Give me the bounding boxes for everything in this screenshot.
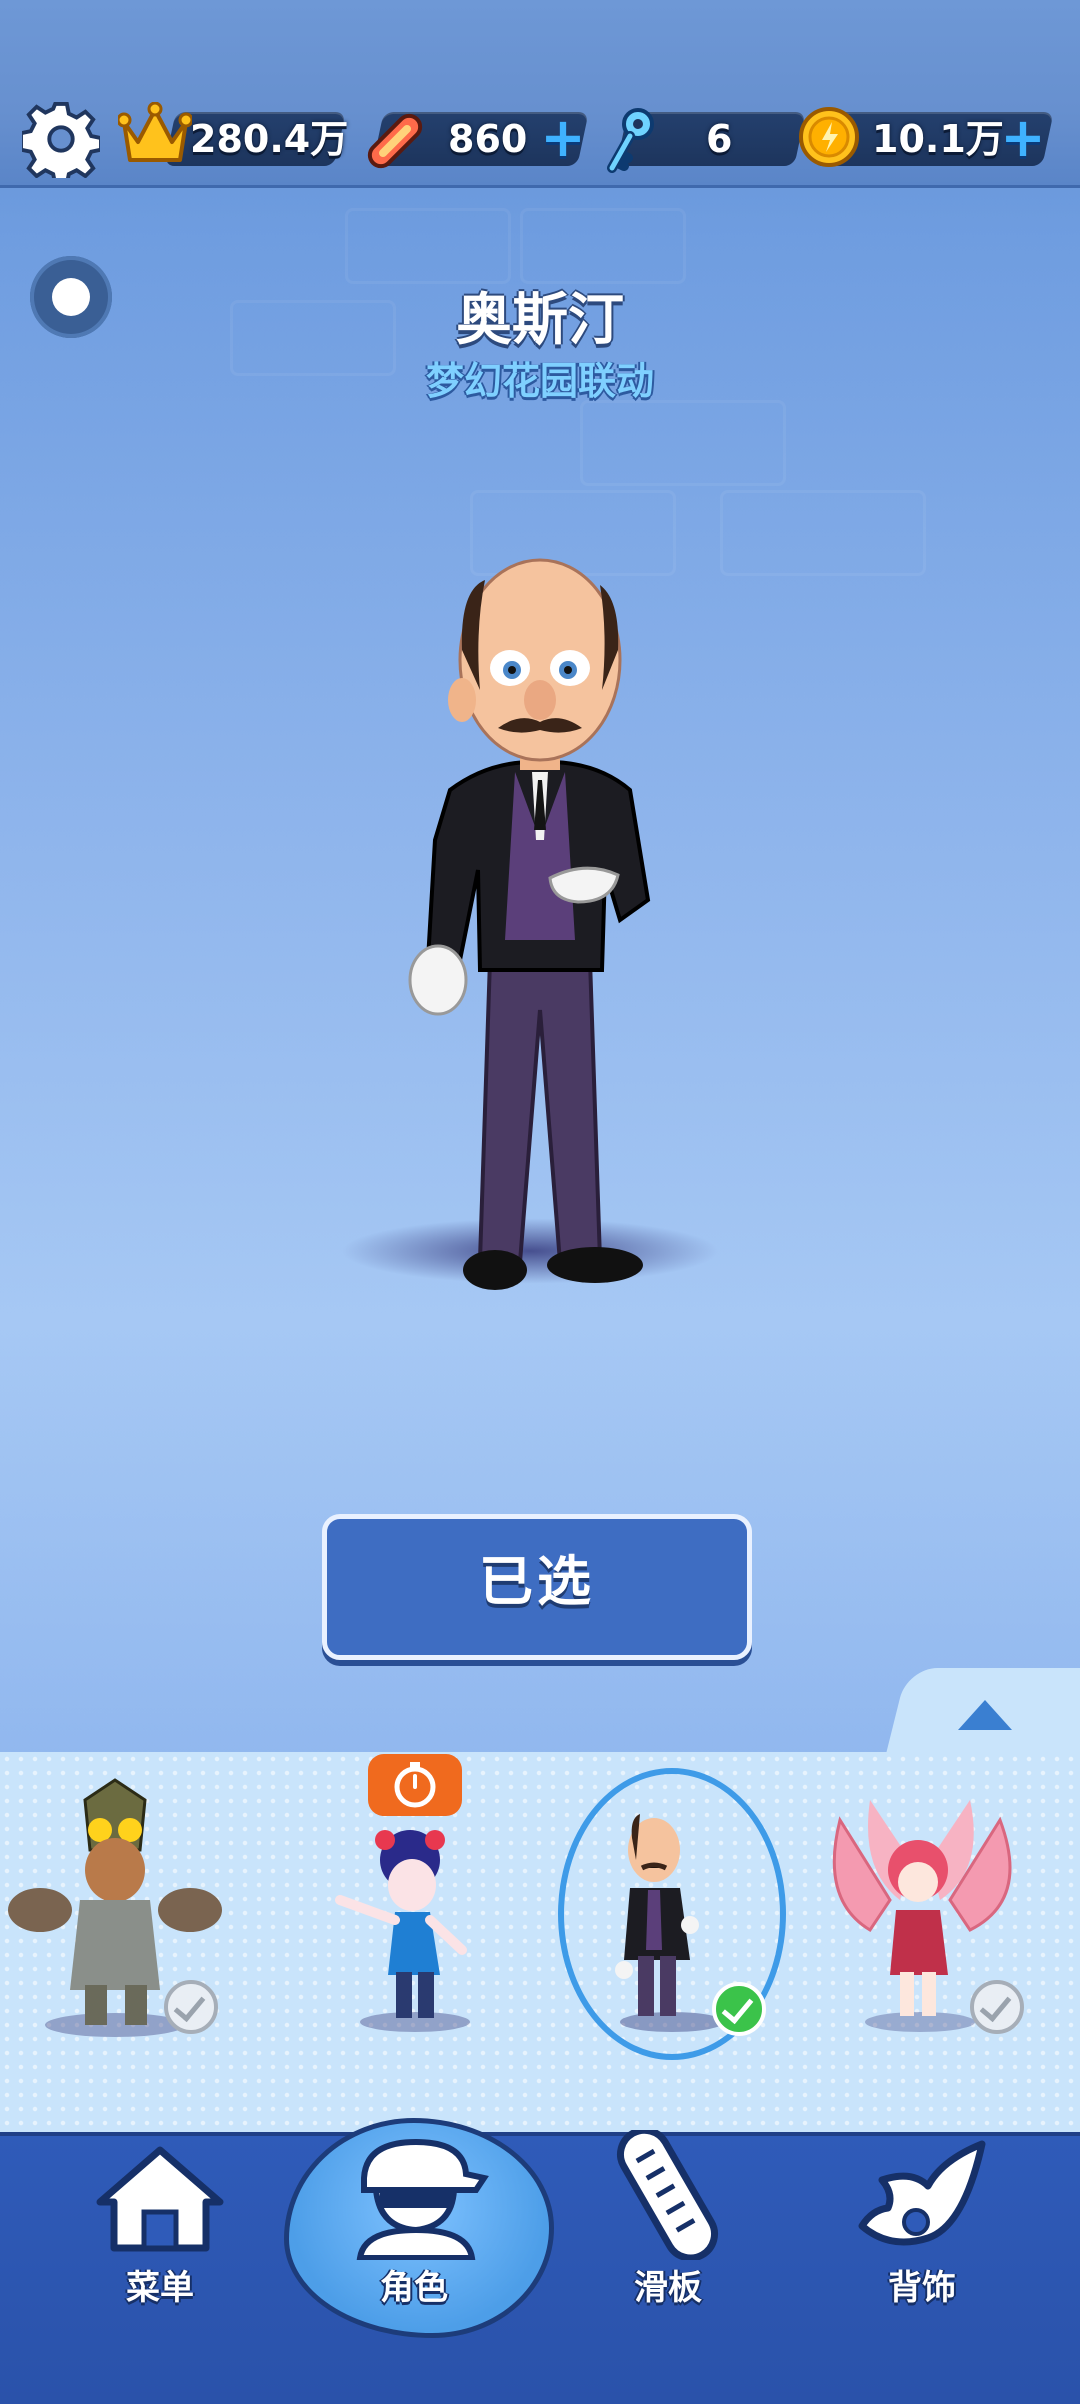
roster-character-4[interactable] xyxy=(800,1760,1040,2050)
chevron-up-icon[interactable] xyxy=(958,1700,1012,1730)
coins-value: 10.1万 xyxy=(872,117,1004,161)
character-subtitle: 梦幻花园联动 xyxy=(425,359,654,403)
nav-label-characters: 角色 xyxy=(380,2268,448,2308)
character-name: 奥斯汀 xyxy=(456,288,624,353)
nav-item-menu[interactable]: 菜单 xyxy=(70,2130,250,2380)
stopwatch-icon xyxy=(394,1762,436,1808)
coin-icon xyxy=(799,107,859,167)
background-brick xyxy=(720,490,926,576)
character-model[interactable] xyxy=(380,540,710,1320)
background-brick xyxy=(345,208,511,284)
crown-icon xyxy=(118,102,192,162)
nav-item-accessories[interactable]: 背饰 xyxy=(832,2130,1012,2380)
hoverboard-count: 860 xyxy=(448,117,528,161)
gear-icon[interactable] xyxy=(22,100,100,178)
background-brick xyxy=(520,208,686,284)
selected-button[interactable]: 已选 xyxy=(322,1514,752,1660)
nav-label-menu: 菜单 xyxy=(126,2268,194,2308)
selected-check-icon xyxy=(712,1982,766,2036)
nav-label-accessories: 背饰 xyxy=(888,2268,956,2308)
keys-count: 6 xyxy=(706,117,733,161)
hoverboard-icon xyxy=(367,113,423,169)
timer-badge xyxy=(368,1754,462,1816)
owned-check-icon xyxy=(164,1980,218,2034)
nav-label-boards: 滑板 xyxy=(634,2268,702,2308)
roster-character-1[interactable] xyxy=(0,1760,240,2050)
nav-item-boards[interactable]: 滑板 xyxy=(578,2126,758,2380)
wing-icon xyxy=(858,2140,986,2246)
owned-check-icon xyxy=(970,1980,1024,2034)
background-brick xyxy=(580,400,786,486)
nav-item-characters[interactable]: 角色 xyxy=(324,2130,504,2380)
home-icon xyxy=(96,2146,224,2252)
add-hoverboards-button[interactable]: + xyxy=(538,110,588,166)
character-icon xyxy=(356,2138,489,2261)
score-value: 280.4万 xyxy=(190,117,349,161)
add-coins-button[interactable]: + xyxy=(998,110,1048,166)
key-icon xyxy=(607,108,654,173)
skateboard-icon xyxy=(617,2126,718,2262)
roster-character-3[interactable] xyxy=(552,1760,792,2050)
